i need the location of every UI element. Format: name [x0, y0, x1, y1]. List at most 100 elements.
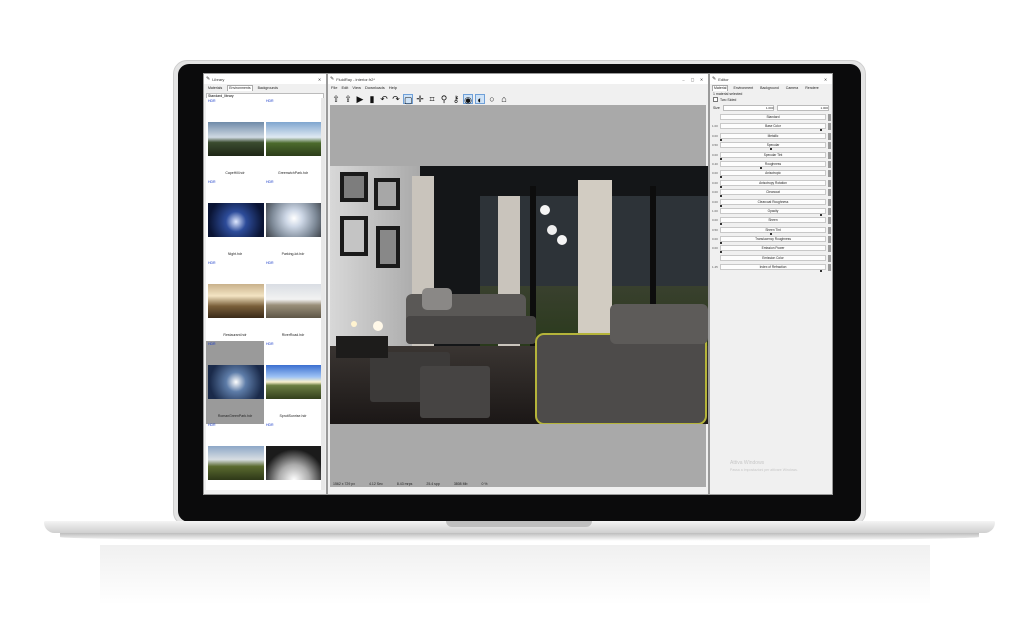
sphere-icon[interactable]: ◉: [463, 93, 473, 105]
tab-background[interactable]: Background: [758, 85, 781, 91]
property-slider[interactable]: Emission Power: [720, 245, 826, 252]
texture-slot[interactable]: [828, 207, 831, 215]
property-value[interactable]: 1.45: [712, 265, 718, 269]
tab-environments[interactable]: Environments: [227, 85, 253, 91]
environment-item[interactable]: HDR: [206, 422, 264, 490]
property-value[interactable]: 0.00: [712, 181, 718, 185]
move-icon[interactable]: ✛: [415, 94, 425, 104]
property-value[interactable]: 0.00: [712, 246, 718, 250]
minimize-icon[interactable]: –: [679, 77, 688, 82]
texture-slot[interactable]: [828, 160, 831, 168]
menu-downloads[interactable]: Downloads: [365, 85, 385, 90]
sphere-half-icon[interactable]: ◐: [475, 93, 485, 105]
tab-material[interactable]: Material: [712, 85, 729, 91]
tab-backgrounds[interactable]: Backgrounds: [256, 85, 280, 91]
close-icon[interactable]: ✕: [697, 77, 706, 82]
texture-slot[interactable]: [828, 170, 831, 178]
zoom-icon[interactable]: ⚲: [439, 94, 449, 104]
menu-edit[interactable]: Edit: [341, 85, 348, 90]
property-slider[interactable]: Specular: [720, 142, 826, 149]
circle-icon[interactable]: ○: [487, 94, 497, 104]
texture-slot[interactable]: [828, 217, 831, 225]
crosshair-icon[interactable]: ⌗: [427, 94, 437, 104]
play-icon[interactable]: ▶: [355, 94, 365, 104]
redo-icon[interactable]: ↷: [391, 94, 401, 104]
texture-slot[interactable]: [828, 198, 831, 206]
render-viewport[interactable]: 1562 x 729 px 4.12 Sec 8.43 mrps 25.4 sp…: [330, 105, 708, 487]
property-value[interactable]: 0.00: [712, 237, 718, 241]
picker-icon[interactable]: ⚷: [451, 94, 461, 104]
undo-icon[interactable]: ↶: [379, 94, 389, 104]
home-arrow-icon[interactable]: ⇪: [343, 94, 353, 104]
environment-item[interactable]: HDR Parking-lot.hdr: [264, 179, 322, 262]
environment-thumbnail: [208, 284, 264, 318]
graduation-cap-icon[interactable]: ⌂: [499, 94, 509, 104]
property-slider[interactable]: Specular Tint: [720, 151, 826, 158]
property-value[interactable]: 0.00: [712, 134, 718, 138]
slider-handle[interactable]: [820, 270, 822, 273]
arrow-up-icon[interactable]: ⇧: [331, 94, 341, 104]
property-slider[interactable]: Clearcoat Roughness: [720, 198, 826, 205]
property-slider[interactable]: Base Color: [720, 123, 826, 130]
texture-slot[interactable]: [828, 179, 831, 187]
property-slider[interactable]: Standard: [720, 114, 826, 120]
property-slider[interactable]: Index of Refraction: [720, 264, 826, 271]
property-slider[interactable]: Anisotropy Rotation: [720, 179, 826, 186]
laptop-notch: [446, 521, 592, 527]
frame-icon[interactable]: ▢: [403, 93, 413, 105]
texture-slot[interactable]: [828, 142, 831, 150]
texture-slot[interactable]: [828, 132, 831, 140]
texture-slot[interactable]: [828, 236, 831, 244]
property-slider[interactable]: Emission Color: [720, 254, 826, 261]
texture-slot[interactable]: [828, 245, 831, 253]
texture-slot[interactable]: [828, 189, 831, 197]
environment-item[interactable]: HDR Restaurant.hdr: [206, 260, 264, 343]
size-x-input[interactable]: 1.000: [722, 105, 775, 111]
texture-slot[interactable]: [828, 264, 831, 272]
environment-item[interactable]: HDR RiverRoad.hdr: [264, 260, 322, 343]
maximize-icon[interactable]: ▢: [688, 77, 697, 82]
tab-environment[interactable]: Environment: [731, 85, 755, 91]
property-value[interactable]: 0.00: [712, 218, 718, 222]
menu-view[interactable]: View: [352, 85, 361, 90]
close-icon[interactable]: ✕: [315, 77, 324, 82]
property-value[interactable]: 0.40: [712, 162, 718, 166]
tab-camera[interactable]: Camera: [784, 85, 800, 91]
environment-item[interactable]: HDR SpruitSunrise.hdr: [264, 341, 322, 424]
property-slider[interactable]: Sheen: [720, 217, 826, 224]
property-value[interactable]: 0.50: [712, 228, 718, 232]
property-slider[interactable]: Translucency Roughness: [720, 236, 826, 243]
library-scrollbar[interactable]: [321, 98, 325, 490]
menu-help[interactable]: Help: [389, 85, 397, 90]
environment-item[interactable]: HDR RomanGreenPark.hdr: [206, 341, 264, 424]
environment-item[interactable]: HDR CapeHill.hdr: [206, 98, 264, 181]
tab-materials[interactable]: Materials: [206, 85, 224, 91]
property-value[interactable]: 1.00: [712, 124, 718, 128]
close-icon[interactable]: ✕: [821, 77, 830, 82]
property-value[interactable]: 0.00: [712, 190, 718, 194]
texture-slot[interactable]: [828, 123, 831, 131]
tab-rendere[interactable]: Rendere: [803, 85, 820, 91]
property-value[interactable]: 0.00: [712, 171, 718, 175]
property-slider[interactable]: Anisotropic: [720, 170, 826, 177]
property-slider[interactable]: Clearcoat: [720, 189, 826, 196]
texture-slot[interactable]: [828, 114, 831, 121]
texture-slot[interactable]: [828, 226, 831, 234]
property-value[interactable]: 0.50: [712, 143, 718, 147]
two-sided-checkbox[interactable]: [713, 97, 718, 102]
texture-slot[interactable]: [828, 151, 831, 159]
property-slider[interactable]: Sheen Tint: [720, 226, 826, 233]
property-value[interactable]: 1.00: [712, 209, 718, 213]
environment-item[interactable]: HDR GreenwichPark.hdr: [264, 98, 322, 181]
property-value[interactable]: 0.00: [712, 200, 718, 204]
texture-slot[interactable]: [828, 254, 831, 262]
property-slider[interactable]: Metallic: [720, 132, 826, 139]
menu-file[interactable]: File: [331, 85, 337, 90]
environment-item[interactable]: HDR: [264, 422, 322, 490]
save-icon[interactable]: ▮: [367, 94, 377, 104]
property-value[interactable]: 0.00: [712, 153, 718, 157]
size-y-input[interactable]: 1.000: [777, 105, 829, 111]
environment-item[interactable]: HDR Night.hdr: [206, 179, 264, 262]
property-slider[interactable]: Opacity: [720, 207, 826, 214]
property-slider[interactable]: Roughness: [720, 160, 826, 167]
